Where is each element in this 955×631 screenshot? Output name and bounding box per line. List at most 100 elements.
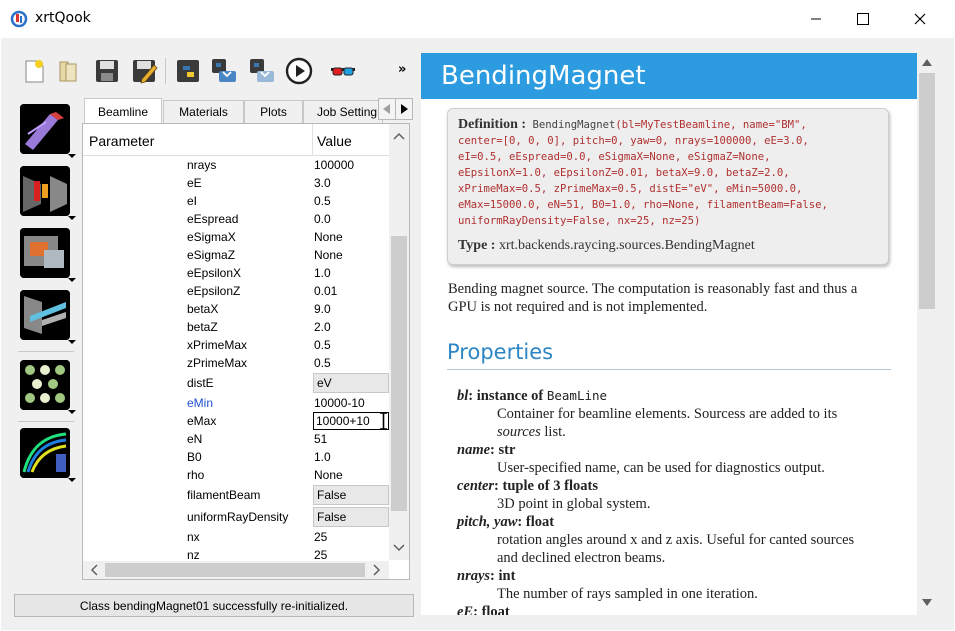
save-as-icon — [133, 60, 158, 84]
screen-button[interactable] — [20, 228, 70, 278]
tab-scroll-right-button[interactable] — [395, 98, 413, 120]
aperture-icon — [20, 166, 70, 216]
table-row[interactable]: eN 51 — [83, 430, 389, 448]
table-row[interactable]: eEpsilonZ 0.01 — [83, 282, 389, 300]
dist-e-combobox[interactable]: eV — [313, 373, 389, 393]
param-value[interactable]: 0.01 — [314, 284, 337, 298]
param-value[interactable]: None — [314, 248, 343, 262]
maximize-button[interactable] — [840, 0, 886, 38]
param-value[interactable]: None — [314, 230, 343, 244]
new-file-button[interactable] — [19, 54, 49, 88]
properties-heading: Properties — [447, 340, 554, 364]
python-icon — [177, 60, 199, 82]
param-name: rho — [187, 468, 205, 482]
table-row[interactable]: nrays 100000 — [83, 156, 389, 174]
uniform-ray-density-combobox[interactable]: False — [313, 507, 389, 527]
param-value[interactable]: 0.5 — [314, 194, 331, 208]
param-value[interactable]: 25 — [314, 548, 327, 562]
param-value[interactable]: 0.5 — [314, 356, 331, 370]
table-row[interactable]: filamentBeam False — [83, 484, 389, 506]
text-cursor-icon — [380, 412, 387, 430]
param-value[interactable]: 51 — [314, 432, 327, 446]
save-button[interactable] — [92, 54, 122, 88]
table-row[interactable]: eMin 10000-10 — [83, 394, 389, 412]
chevron-left-icon[interactable] — [90, 564, 98, 576]
column-divider[interactable] — [312, 124, 313, 156]
material-button[interactable] — [20, 360, 70, 410]
aperture-button[interactable] — [20, 166, 70, 216]
table-row[interactable]: nx 25 — [83, 528, 389, 546]
table-row[interactable]: betaZ 2.0 — [83, 318, 389, 336]
source-button[interactable] — [20, 104, 70, 154]
optical-element-button[interactable] — [20, 290, 70, 340]
glasses-3d-button[interactable] — [328, 54, 358, 88]
emax-edit-field[interactable]: 10000+10 — [313, 412, 389, 430]
param-value[interactable]: 1.0 — [314, 266, 331, 280]
param-name: filamentBeam — [187, 488, 261, 502]
table-row[interactable]: zPrimeMax 0.5 — [83, 354, 389, 372]
screen-dropdown-arrow[interactable] — [68, 278, 76, 282]
param-value[interactable]: 1.0 — [314, 450, 331, 464]
table-row[interactable]: betaX 9.0 — [83, 300, 389, 318]
table-row[interactable]: distE eV — [83, 372, 389, 394]
open-button[interactable] — [54, 54, 84, 88]
scrollbar-thumb[interactable] — [391, 236, 407, 511]
scrollbar-thumb[interactable] — [105, 563, 365, 577]
save-script-button[interactable] — [209, 54, 239, 88]
toolbar-overflow-button[interactable]: » — [398, 62, 406, 77]
python-script-button[interactable] — [173, 54, 203, 88]
param-value[interactable]: 25 — [314, 530, 327, 544]
tab-plots[interactable]: Plots — [244, 100, 303, 123]
plot-dropdown-arrow[interactable] — [68, 478, 76, 482]
param-value[interactable]: 0.5 — [314, 338, 331, 352]
chevron-up-icon[interactable] — [393, 132, 405, 140]
minimize-button[interactable] — [793, 0, 839, 38]
table-row[interactable]: xPrimeMax 0.5 — [83, 336, 389, 354]
parameter-column-header[interactable]: Parameter — [89, 133, 154, 149]
tab-job-settings[interactable]: Job Setting — [303, 100, 383, 123]
table-row[interactable]: uniformRayDensity False — [83, 506, 389, 528]
triangle-down-icon[interactable] — [922, 599, 932, 606]
parameter-table: Parameter Value nrays 100000 eE 3.0 eI 0.5 … — [82, 123, 410, 580]
aperture-dropdown-arrow[interactable] — [68, 216, 76, 220]
param-value[interactable]: 100000 — [314, 158, 354, 172]
scrollbar-thumb[interactable] — [919, 73, 935, 309]
source-dropdown-arrow[interactable] — [68, 154, 76, 158]
value-column-header[interactable]: Value — [317, 133, 352, 149]
save-as-button[interactable] — [129, 54, 159, 88]
param-name: B0 — [187, 450, 202, 464]
table-row[interactable]: eSigmaZ None — [83, 246, 389, 264]
table-row[interactable]: B0 1.0 — [83, 448, 389, 466]
chevron-down-icon[interactable] — [393, 544, 405, 552]
filament-beam-combobox[interactable]: False — [313, 485, 389, 505]
tab-beamline[interactable]: Beamline — [84, 98, 162, 124]
table-row[interactable]: eMax 10000+10 — [83, 412, 389, 430]
table-row[interactable]: rho None — [83, 466, 389, 484]
table-row[interactable]: eI 0.5 — [83, 192, 389, 210]
material-dropdown-arrow[interactable] — [68, 410, 76, 414]
param-value[interactable]: 9.0 — [314, 302, 331, 316]
param-name: eMax — [187, 414, 217, 428]
triangle-up-icon[interactable] — [922, 59, 932, 66]
table-vertical-scrollbar[interactable] — [389, 124, 409, 560]
param-value[interactable]: 2.0 — [314, 320, 331, 334]
close-button[interactable] — [897, 0, 943, 38]
optical-element-dropdown-arrow[interactable] — [68, 340, 76, 344]
table-row[interactable]: eSigmaX None — [83, 228, 389, 246]
tab-scroll-left-button[interactable] — [378, 98, 396, 120]
chevron-right-icon[interactable] — [373, 564, 381, 576]
param-value[interactable]: 0.0 — [314, 212, 331, 226]
param-value[interactable]: 10000-10 — [314, 396, 365, 410]
property-description: rotation angles around x and z axis. Use… — [497, 532, 855, 566]
table-row[interactable]: eEspread 0.0 — [83, 210, 389, 228]
run-button[interactable] — [284, 54, 314, 88]
tab-materials[interactable]: Materials — [163, 100, 244, 123]
table-horizontal-scrollbar[interactable] — [83, 561, 389, 579]
save-run-button[interactable] — [247, 54, 277, 88]
plot-button[interactable] — [20, 428, 70, 478]
param-value[interactable]: 3.0 — [314, 176, 331, 190]
table-row[interactable]: eE 3.0 — [83, 174, 389, 192]
param-value[interactable]: None — [314, 468, 343, 482]
help-vertical-scrollbar[interactable] — [917, 53, 937, 615]
table-row[interactable]: eEpsilonX 1.0 — [83, 264, 389, 282]
